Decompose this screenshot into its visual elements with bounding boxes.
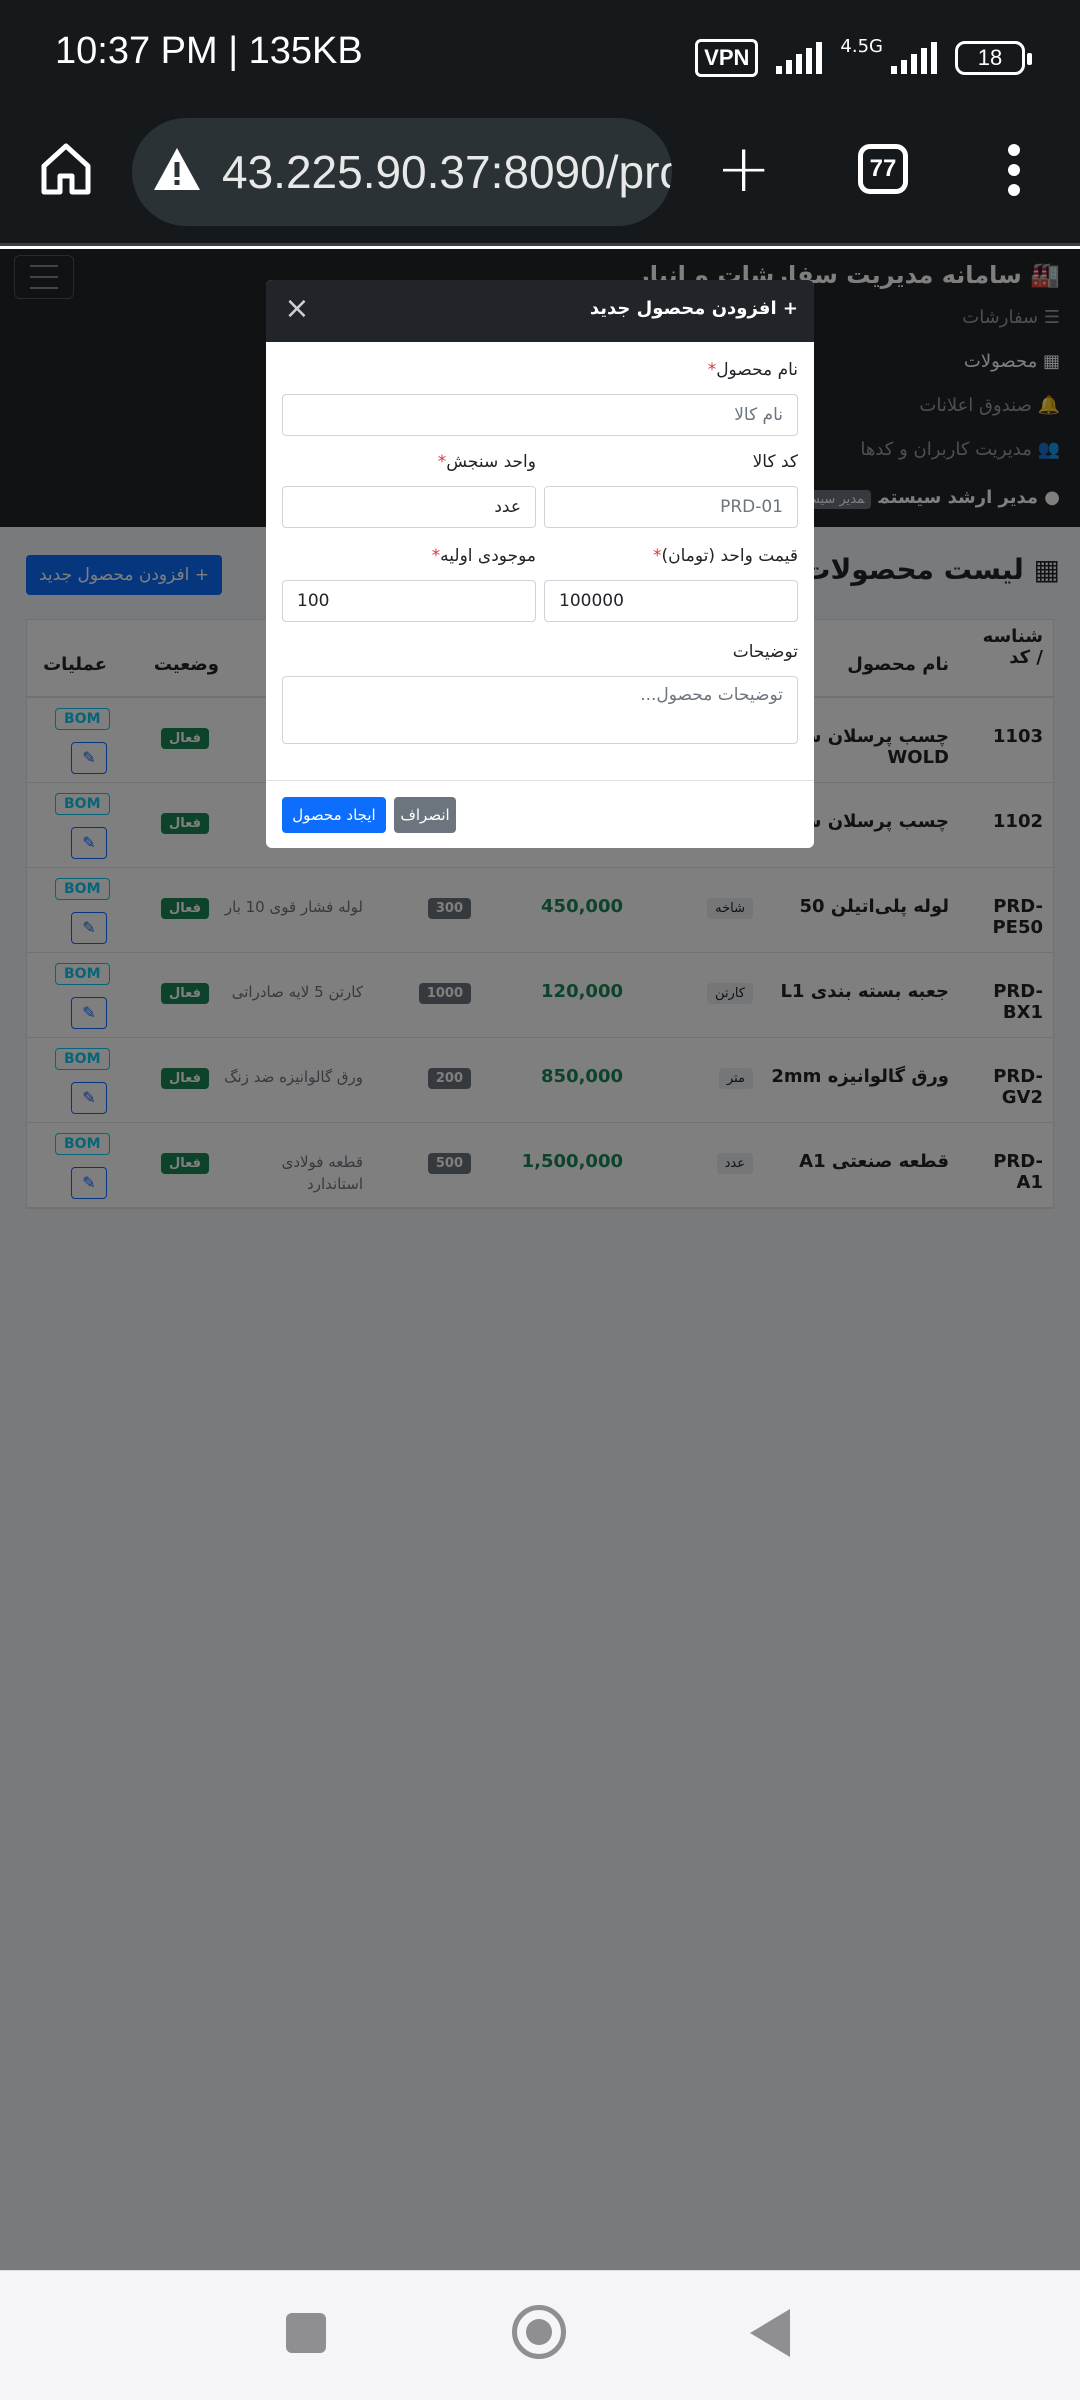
- product-name-input[interactable]: نام کالا: [282, 394, 798, 436]
- unit-label: واحد سنجش*: [437, 452, 536, 472]
- more-menu-icon[interactable]: [1004, 144, 1024, 204]
- browser-toolbar: 43.225.90.37:8090/pro + 77: [0, 110, 1080, 246]
- status-icons: VPN 4.5G 18: [695, 36, 1032, 79]
- home-icon[interactable]: [36, 138, 96, 198]
- product-code-label: کد کالا: [752, 452, 798, 472]
- close-icon[interactable]: ×: [280, 294, 314, 328]
- cancel-button[interactable]: انصراف: [394, 797, 456, 833]
- home-button-icon[interactable]: [512, 2305, 566, 2359]
- product-name-label: نام محصول*: [707, 360, 798, 380]
- product-code-input[interactable]: PRD-01: [544, 486, 798, 528]
- signal-icon-2: [891, 41, 937, 74]
- new-tab-icon[interactable]: +: [716, 136, 771, 202]
- url-text: 43.225.90.37:8090/pro: [222, 146, 672, 198]
- price-label: قیمت واحد (تومان)*: [653, 546, 798, 566]
- status-bar: 10:37 PM | 135KB VPN 4.5G 18: [0, 0, 1080, 110]
- description-label: توضیحات: [732, 642, 798, 662]
- warning-icon: [154, 148, 200, 190]
- modal-footer: ایجاد محصول انصراف: [266, 780, 814, 848]
- unit-input[interactable]: عدد: [282, 486, 536, 528]
- tabs-count-button[interactable]: 77: [858, 144, 908, 194]
- network-type: 4.5G: [840, 36, 883, 57]
- description-textarea[interactable]: توضیحات محصول...: [282, 676, 798, 744]
- status-time: 10:37 PM | 135KB: [55, 30, 363, 72]
- modal-title: + افزودن محصول جدید: [589, 298, 798, 319]
- signal-icon: [776, 41, 823, 74]
- system-nav-bar: [0, 2270, 1080, 2400]
- vpn-icon: VPN: [695, 38, 759, 77]
- battery-icon: 18: [955, 40, 1032, 75]
- modal-header: + افزودن محصول جدید ×: [266, 280, 814, 342]
- url-bar[interactable]: 43.225.90.37:8090/pro: [132, 118, 672, 226]
- stock-input[interactable]: 100: [282, 580, 536, 622]
- create-product-button[interactable]: ایجاد محصول: [282, 797, 386, 833]
- recents-icon[interactable]: [286, 2313, 326, 2353]
- back-icon[interactable]: [750, 2309, 790, 2357]
- price-input[interactable]: 100000: [544, 580, 798, 622]
- stock-label: موجودی اولیه*: [431, 546, 536, 566]
- add-product-modal: + افزودن محصول جدید × نام محصول* نام کال…: [266, 280, 814, 848]
